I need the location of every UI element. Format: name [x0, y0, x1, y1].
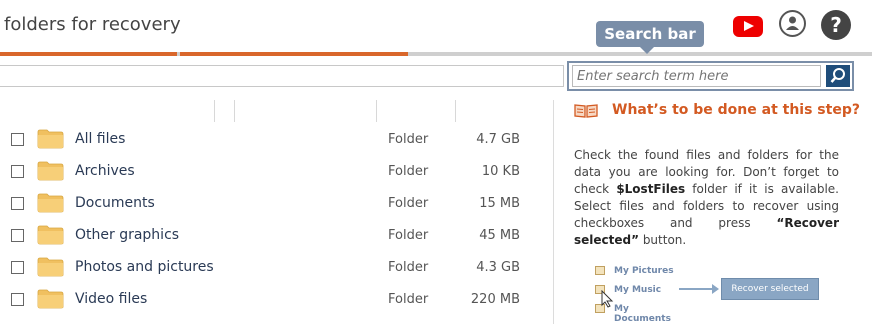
- tree-checkbox-icon: [595, 266, 605, 275]
- row-checkbox[interactable]: [11, 293, 24, 306]
- file-name: Photos and pictures: [75, 259, 214, 275]
- row-checkbox[interactable]: [11, 133, 24, 146]
- row-checkbox[interactable]: [11, 229, 24, 242]
- file-name: Documents: [75, 195, 155, 211]
- file-size: 10 KB: [481, 164, 520, 179]
- file-type: Folder: [388, 196, 429, 211]
- column-separator[interactable]: [214, 100, 215, 122]
- file-row[interactable]: Archives Folder 10 KB: [0, 156, 552, 188]
- book-icon: [574, 104, 598, 118]
- file-row[interactable]: Other graphics Folder 45 MB: [0, 220, 552, 252]
- column-separator[interactable]: [455, 100, 456, 122]
- file-size: 220 MB: [470, 292, 520, 307]
- row-checkbox[interactable]: [11, 197, 24, 210]
- file-row[interactable]: Photos and pictures Folder 4.3 GB: [0, 252, 552, 284]
- folder-icon: [37, 257, 64, 277]
- file-size: 4.3 GB: [476, 260, 520, 275]
- step-progress-bar: [0, 52, 872, 56]
- page-title: folders for recovery: [4, 14, 181, 35]
- tree-item: My Pictures: [614, 266, 674, 276]
- help-title: What’s to be done at this step?: [612, 102, 860, 118]
- file-type: Folder: [388, 228, 429, 243]
- file-row[interactable]: Video files Folder 220 MB: [0, 284, 552, 316]
- file-size: 45 MB: [479, 228, 520, 243]
- folder-icon: [37, 129, 64, 149]
- recover-selected-illustration: Recover selected: [721, 278, 819, 300]
- path-field[interactable]: [0, 65, 564, 87]
- file-name: All files: [75, 131, 126, 147]
- folder-icon: [37, 225, 64, 245]
- help-text: Check the found files and folders for th…: [574, 147, 839, 249]
- folder-icon: [37, 289, 64, 309]
- help-icon[interactable]: ?: [821, 10, 851, 40]
- search-button[interactable]: [826, 65, 850, 87]
- search-bar-tooltip: Search bar: [596, 21, 704, 54]
- search-bar: [567, 61, 854, 91]
- file-name: Archives: [75, 163, 135, 179]
- user-icon[interactable]: [779, 10, 806, 37]
- progress-step-1: [0, 52, 177, 56]
- folder-icon: [37, 161, 64, 181]
- arrow-icon: [679, 284, 719, 294]
- file-row[interactable]: Documents Folder 15 MB: [0, 188, 552, 220]
- search-icon: [830, 68, 845, 83]
- progress-step-2: [180, 52, 408, 56]
- file-row[interactable]: All files Folder 4.7 GB: [0, 124, 552, 156]
- file-size: 4.7 GB: [476, 132, 520, 147]
- row-checkbox[interactable]: [11, 261, 24, 274]
- search-input[interactable]: [572, 65, 821, 87]
- file-type: Folder: [388, 132, 429, 147]
- cursor-icon: [601, 290, 614, 308]
- tree-item: My Music: [614, 285, 662, 295]
- tree-item: My Documents: [614, 304, 671, 324]
- youtube-icon[interactable]: [733, 16, 763, 37]
- panel-divider: [553, 100, 554, 324]
- column-separator[interactable]: [234, 100, 235, 122]
- file-name: Other graphics: [75, 227, 180, 243]
- help-illustration-tree: My Pictures My Music My Documents: [583, 262, 683, 324]
- file-type: Folder: [388, 292, 429, 307]
- help-text-part: button.: [639, 233, 687, 247]
- row-checkbox[interactable]: [11, 165, 24, 178]
- folder-icon: [37, 193, 64, 213]
- file-type: Folder: [388, 260, 429, 275]
- file-name: Video files: [75, 291, 148, 307]
- column-separator[interactable]: [376, 100, 377, 122]
- file-size: 15 MB: [479, 196, 520, 211]
- file-type: Folder: [388, 164, 429, 179]
- help-text-bold: $LostFiles: [616, 182, 686, 196]
